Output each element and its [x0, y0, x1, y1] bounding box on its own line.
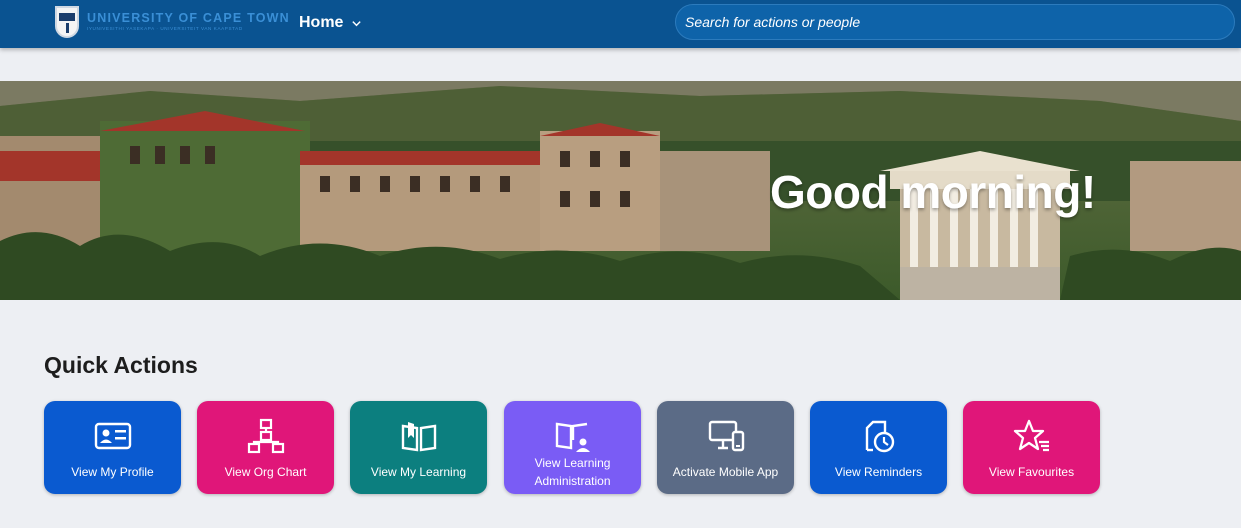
tile-label: View My Profile [71, 465, 154, 479]
university-logo[interactable]: UNIVERSITY OF CAPE TOWN IYUNIVESITHI YAS… [55, 5, 290, 39]
view-my-profile-tile[interactable]: View My Profile [44, 401, 181, 494]
reminder-clock-icon [865, 420, 894, 453]
tile-label: View Learning Administration [534, 456, 611, 488]
view-learning-administration-tile[interactable]: View Learning Administration [504, 401, 641, 494]
greeting-text: Good morning! [770, 166, 1096, 218]
search-placeholder: Search for actions or people [685, 14, 861, 30]
home-menu-button[interactable]: Home [299, 12, 362, 34]
quick-actions-title: Quick Actions [44, 352, 198, 378]
view-my-learning-tile[interactable]: View My Learning [350, 401, 487, 494]
tile-label: View Org Chart [224, 465, 307, 479]
logo-subtitle: IYUNIVESITHI YASEKAPA · UNIVERSITEIT VAN… [87, 26, 243, 32]
hero-banner: Good morning! [0, 81, 1241, 300]
profile-card-icon [94, 422, 131, 450]
activate-mobile-app-tile[interactable]: Activate Mobile App [657, 401, 794, 494]
view-org-chart-tile[interactable]: View Org Chart [197, 401, 334, 494]
learning-book-icon [401, 422, 436, 452]
tile-label: View Reminders [834, 465, 923, 479]
mobile-device-icon [708, 420, 744, 452]
chevron-down-icon [352, 20, 362, 26]
favourite-star-icon [1013, 419, 1049, 452]
crest-icon [55, 6, 79, 38]
top-bar: UNIVERSITY OF CAPE TOWN IYUNIVESITHI YAS… [0, 0, 1241, 48]
logo-title: UNIVERSITY OF CAPE TOWN [87, 10, 290, 25]
home-label: Home [299, 14, 344, 31]
org-chart-icon [247, 418, 284, 454]
tile-label: Activate Mobile App [672, 465, 779, 479]
search-input[interactable]: Search for actions or people [675, 4, 1235, 40]
view-reminders-tile[interactable]: View Reminders [810, 401, 947, 494]
tile-label: View My Learning [370, 465, 467, 479]
tile-label: View Favourites [988, 465, 1075, 479]
learning-admin-icon [555, 422, 590, 452]
view-favourites-tile[interactable]: View Favourites [963, 401, 1100, 494]
